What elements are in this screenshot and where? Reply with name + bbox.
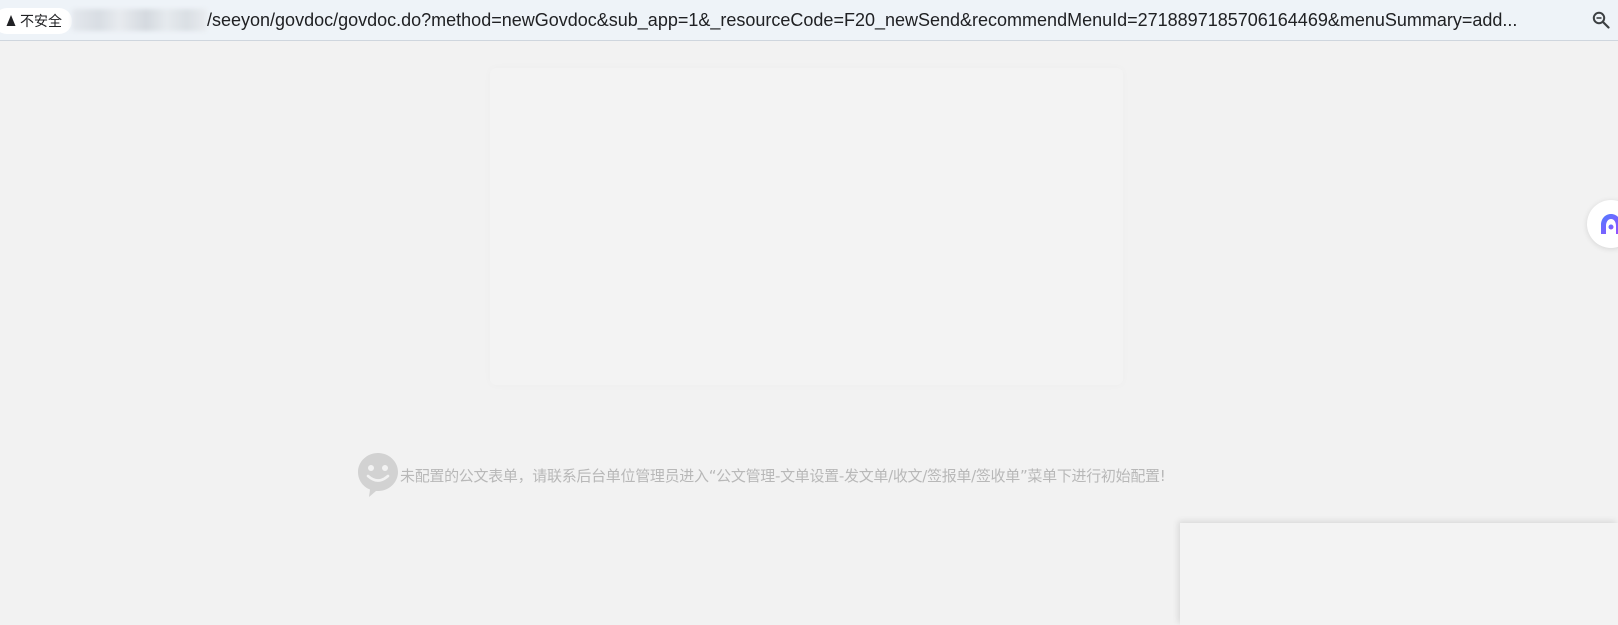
url-text[interactable]: /seeyon/govdoc/govdoc.do?method=newGovdo… [207, 9, 1517, 31]
redacted-host [72, 9, 207, 31]
address-bar[interactable]: 不安全 /seeyon/govdoc/govdoc.do?method=newG… [0, 0, 1618, 41]
warning-triangle-icon [6, 15, 16, 26]
zoom-icon[interactable] [1592, 11, 1610, 29]
security-label: 不安全 [20, 14, 62, 30]
assistant-icon [1601, 214, 1618, 234]
empty-form-panel [490, 68, 1123, 385]
notice-text: 未配置的公文表单，请联系后台单位管理员进入“公文管理-文单设置-发文单/收文/签… [400, 466, 1166, 485]
corner-popup-panel [1180, 523, 1618, 625]
security-indicator[interactable]: 不安全 [0, 8, 72, 34]
empty-notice: 未配置的公文表单，请联系后台单位管理员进入“公文管理-文单设置-发文单/收文/签… [357, 452, 1166, 498]
smiley-icon [358, 453, 398, 497]
assistant-widget[interactable] [1587, 200, 1618, 248]
